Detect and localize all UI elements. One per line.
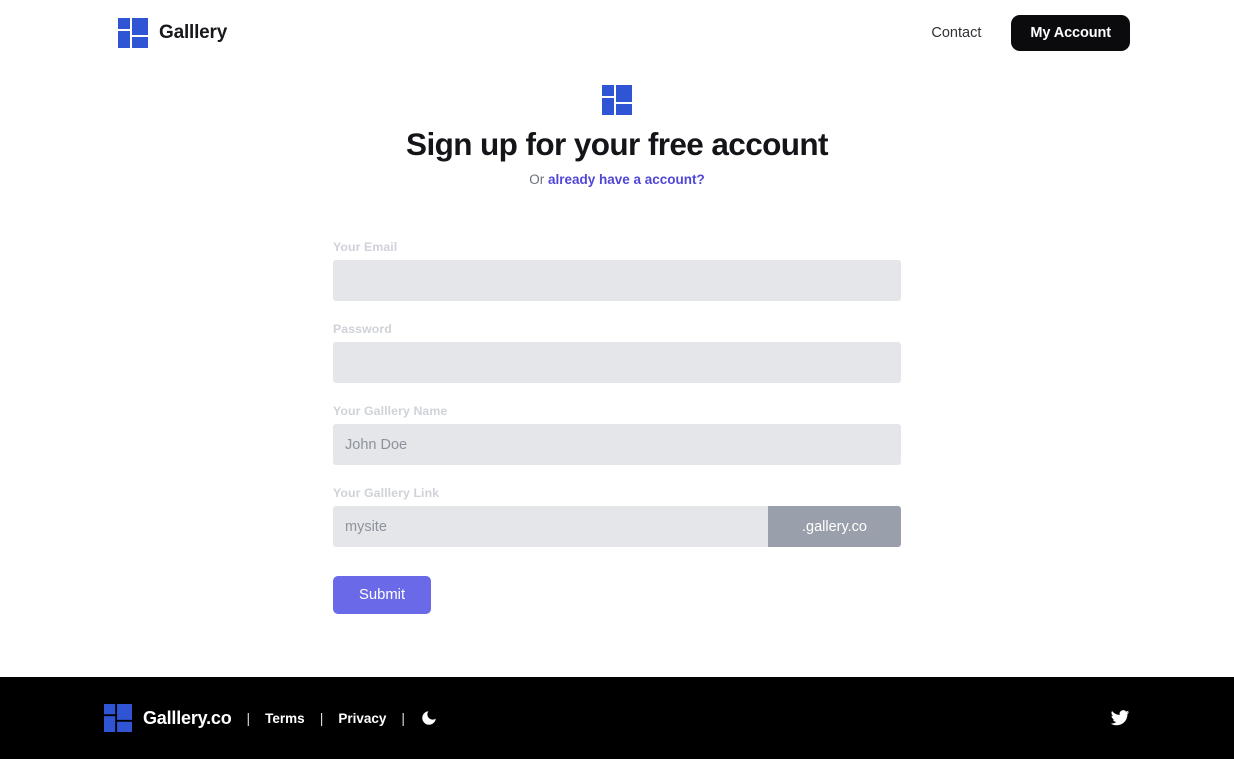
email-input[interactable] [333,260,901,302]
dark-mode-toggle[interactable] [420,709,438,727]
header-brand[interactable]: Galllery [118,18,227,48]
submit-button[interactable]: Submit [333,576,432,615]
footer-link-privacy[interactable]: Privacy [338,711,386,726]
field-label-gallery-name: Your Galllery Name [333,404,448,419]
field-email: Your Email [333,240,901,302]
gallery-link-input-group: .gallery.co [333,506,901,548]
main-content: Sign up for your free account Or already… [0,66,1234,615]
gallery-link-domain-suffix: .gallery.co [768,506,901,548]
hero-section: Sign up for your free account Or already… [0,85,1234,187]
footer-brand-name: Galllery.co [143,707,232,728]
gallery-link-input[interactable] [333,506,768,548]
moon-icon [422,711,436,725]
hero-subtitle: Or already have a account? [0,172,1234,187]
header-nav: Contact My Account [931,15,1130,51]
gallery-name-input[interactable] [333,424,901,466]
hero-subtitle-prefix: Or [529,172,548,188]
twitter-link[interactable] [1110,708,1130,728]
footer-separator: | [401,710,406,726]
footer-separator: | [246,710,251,726]
site-footer: Galllery.co | Terms | Privacy | [0,677,1234,759]
page-title: Sign up for your free account [406,126,829,162]
footer-link-terms[interactable]: Terms [265,711,305,726]
galllery-grid-logo-icon [118,18,148,48]
field-label-gallery-link: Your Galllery Link [333,486,440,501]
galllery-grid-logo-icon [104,704,132,732]
nav-link-contact[interactable]: Contact [931,25,981,41]
footer-links: Galllery.co | Terms | Privacy | [104,704,438,732]
footer-brand[interactable]: Galllery.co [104,704,232,732]
field-gallery-link: Your Galllery Link .gallery.co [333,486,901,548]
field-label-password: Password [333,322,392,337]
galllery-grid-logo-icon [602,85,632,115]
signup-form: Your Email Password Your Galllery Name Y… [333,187,901,615]
field-password: Password [333,322,901,384]
sign-in-link[interactable]: already have a account? [548,172,705,187]
field-label-email: Your Email [333,240,398,255]
header-brand-name: Galllery [159,22,228,43]
twitter-icon [1110,710,1130,726]
site-header: Galllery Contact My Account [0,0,1234,66]
password-input[interactable] [333,342,901,384]
field-gallery-name: Your Galllery Name [333,404,901,466]
footer-separator: | [319,710,324,726]
my-account-button[interactable]: My Account [1011,15,1130,51]
